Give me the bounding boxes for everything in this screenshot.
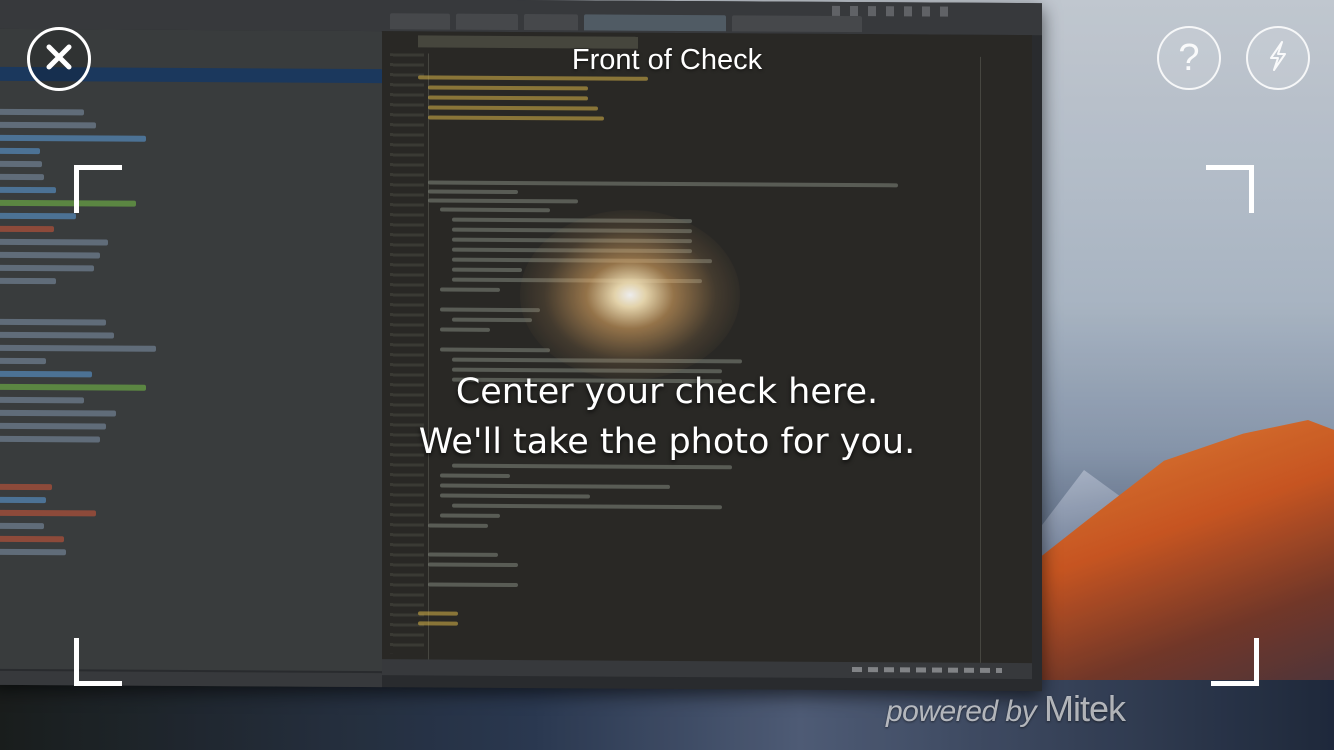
flash-icon xyxy=(1263,39,1293,77)
frame-corner-top-right xyxy=(1206,165,1254,213)
powered-by-prefix: powered by xyxy=(886,695,1037,728)
instruction-line-2: We'll take the photo for you. xyxy=(418,422,916,462)
frame-corner-bottom-left xyxy=(74,638,122,686)
frame-corner-top-left xyxy=(74,165,122,213)
close-button[interactable] xyxy=(27,27,91,91)
brand-name: Mitek xyxy=(1043,688,1126,729)
page-title: Front of Check xyxy=(571,44,763,76)
flash-button[interactable] xyxy=(1246,26,1310,90)
instruction-line-1: Center your check here. xyxy=(455,372,879,412)
help-icon: ? xyxy=(1178,37,1200,79)
help-button[interactable]: ? xyxy=(1157,26,1221,90)
close-icon xyxy=(42,40,76,78)
frame-corner-bottom-right xyxy=(1211,638,1259,686)
powered-by-watermark: powered by Mitek xyxy=(886,688,1126,730)
